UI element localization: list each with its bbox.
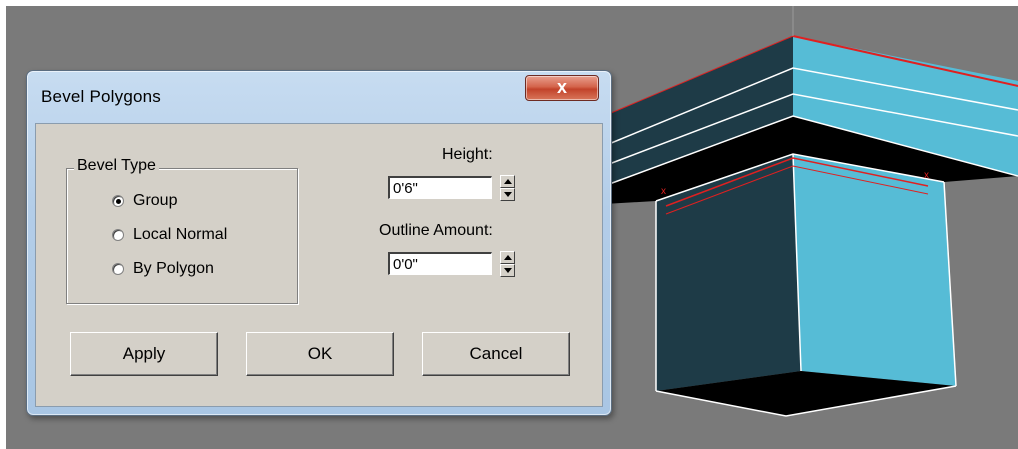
radio-unchecked-icon: [112, 229, 124, 241]
height-label: Height:: [442, 146, 493, 163]
radio-group[interactable]: Group: [112, 192, 177, 210]
bevel-type-legend: Bevel Type: [74, 157, 159, 175]
height-input[interactable]: [388, 176, 492, 199]
outline-amount-spinner[interactable]: [500, 251, 515, 277]
arrow-down-icon: [503, 192, 512, 197]
arrow-down-icon: [503, 268, 512, 273]
radio-label: Local Normal: [133, 226, 228, 243]
radio-by-polygon[interactable]: By Polygon: [112, 260, 214, 278]
close-icon: x: [556, 77, 567, 97]
radio-checked-icon: [112, 195, 124, 207]
close-button[interactable]: x: [525, 75, 599, 101]
vertex-marker: x: [924, 170, 929, 181]
apply-button[interactable]: Apply: [70, 332, 218, 376]
bevel-polygons-dialog: Bevel Polygons x Bevel Type Group Local …: [26, 70, 612, 416]
arrow-up-icon: [503, 179, 512, 184]
radio-label: Group: [133, 192, 178, 209]
box-right-face: [793, 154, 956, 386]
spinner-down-button[interactable]: [500, 264, 515, 277]
arrow-up-icon: [503, 255, 512, 260]
dialog-client-area: Bevel Type Group Local Normal By Polygon…: [35, 123, 603, 407]
outline-amount-label: Outline Amount:: [379, 222, 493, 239]
outline-amount-input[interactable]: [388, 252, 492, 275]
spinner-up-button[interactable]: [500, 251, 515, 264]
cancel-button[interactable]: Cancel: [422, 332, 570, 376]
height-spinner[interactable]: [500, 175, 515, 201]
radio-unchecked-icon: [112, 263, 124, 275]
ok-button[interactable]: OK: [246, 332, 394, 376]
spinner-up-button[interactable]: [500, 175, 515, 188]
radio-label: By Polygon: [133, 260, 214, 277]
spinner-down-button[interactable]: [500, 188, 515, 201]
radio-local-normal[interactable]: Local Normal: [112, 226, 227, 244]
vertex-marker: x: [661, 186, 666, 197]
dialog-title: Bevel Polygons: [41, 87, 161, 106]
